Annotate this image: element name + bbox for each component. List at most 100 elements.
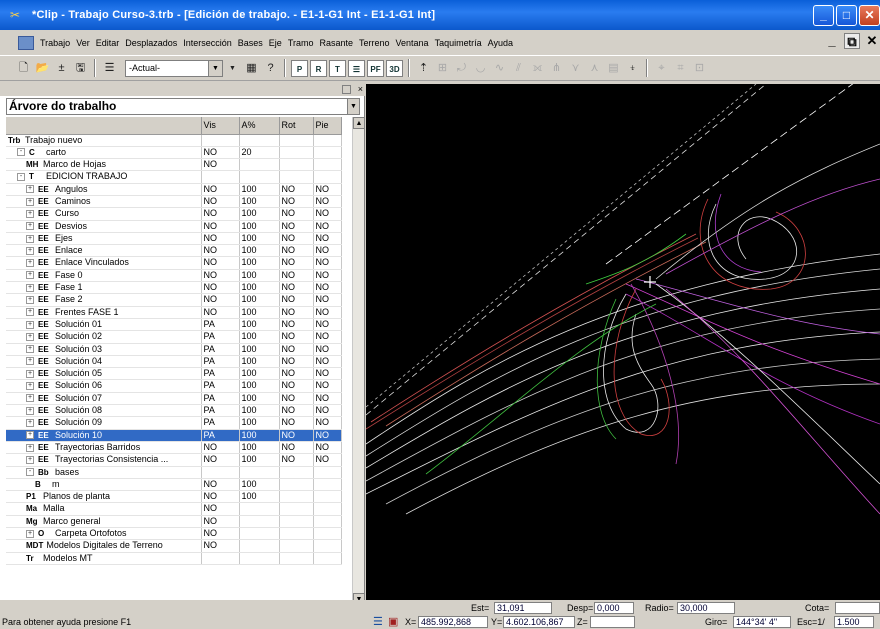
rot-cell[interactable]: NO <box>279 244 314 258</box>
vis-cell[interactable]: NO <box>201 281 240 295</box>
a-cell[interactable] <box>239 158 280 172</box>
grid-tool-icon[interactable]: ▤ <box>605 60 622 77</box>
offset-tool-icon[interactable]: ⫽ <box>510 60 527 77</box>
pie-cell[interactable] <box>313 146 342 160</box>
branch-tool-icon[interactable]: ⋔ <box>548 60 565 77</box>
maximize-button[interactable]: □ <box>836 5 857 26</box>
rot-cell[interactable]: NO <box>279 306 314 319</box>
tree-row[interactable]: + EE Solución 04 PA 100 NO NO <box>6 355 342 369</box>
expand-icon[interactable]: + <box>26 209 34 218</box>
rot-cell[interactable] <box>279 478 314 492</box>
vis-cell[interactable]: NO <box>201 256 240 270</box>
layer-properties-icon[interactable]: ▦ <box>243 60 260 77</box>
pie-cell[interactable] <box>313 158 342 172</box>
vis-cell[interactable]: NO <box>201 306 240 319</box>
panel-close-icon[interactable]: × <box>358 84 363 94</box>
expand-icon[interactable]: + <box>26 320 34 329</box>
a-cell[interactable] <box>239 515 280 529</box>
rot-cell[interactable]: NO <box>279 355 314 369</box>
a-cell[interactable] <box>239 527 280 541</box>
a-cell[interactable]: 100 <box>239 441 280 455</box>
pie-cell[interactable] <box>313 552 342 565</box>
tree-row[interactable]: + EE Trayectorias Barridos NO 100 NO NO <box>6 441 342 455</box>
rot-cell[interactable] <box>279 170 314 184</box>
pie-cell[interactable] <box>313 134 342 147</box>
pie-cell[interactable] <box>313 539 342 553</box>
vis-cell[interactable]: NO <box>201 244 240 258</box>
vis-cell[interactable] <box>201 134 240 147</box>
vis-cell[interactable]: PA <box>201 404 240 418</box>
rot-cell[interactable] <box>279 146 314 160</box>
tree-row[interactable]: P1 Planos de planta NO 100 <box>6 490 342 504</box>
rot-cell[interactable] <box>279 158 314 172</box>
pie-cell[interactable]: NO <box>313 355 342 369</box>
a-cell[interactable]: 100 <box>239 330 280 344</box>
a-cell[interactable]: 100 <box>239 379 280 393</box>
tree-row[interactable]: + EE Solución 05 PA 100 NO NO <box>6 367 342 381</box>
a-cell[interactable]: 100 <box>239 269 280 283</box>
expand-icon[interactable]: + <box>26 394 34 403</box>
coordinates-icon[interactable]: ▣ <box>388 615 398 628</box>
menu-editar[interactable]: Editar <box>93 38 123 48</box>
expand-icon[interactable]: + <box>26 222 34 231</box>
vis-cell[interactable]: NO <box>201 293 240 307</box>
pie-cell[interactable] <box>313 466 342 479</box>
a-cell[interactable] <box>239 134 280 147</box>
a-cell[interactable]: 100 <box>239 429 280 442</box>
tree-row[interactable]: + EE Solución 07 PA 100 NO NO <box>6 392 342 406</box>
a-cell[interactable]: 100 <box>239 392 280 406</box>
document-icon[interactable] <box>18 35 34 50</box>
rot-cell[interactable]: NO <box>279 195 314 209</box>
expand-icon[interactable]: + <box>26 283 34 292</box>
a-cell[interactable]: 100 <box>239 490 280 504</box>
tree-row[interactable]: - T EDICION TRABAJO <box>6 170 342 184</box>
vis-cell[interactable]: NO <box>201 158 240 172</box>
expand-icon[interactable]: + <box>26 357 34 366</box>
expand-icon[interactable]: + <box>26 443 34 452</box>
rot-cell[interactable]: NO <box>279 256 314 270</box>
rot-cell[interactable]: NO <box>279 293 314 307</box>
scroll-up-icon[interactable]: ▲ <box>353 117 365 129</box>
rot-cell[interactable]: NO <box>279 232 314 246</box>
expand-icon[interactable]: + <box>26 369 34 378</box>
vis-cell[interactable]: NO <box>201 490 240 504</box>
rot-cell[interactable] <box>279 490 314 504</box>
tree-row[interactable]: + EE Fase 0 NO 100 NO NO <box>6 269 342 283</box>
view-pf-button[interactable]: PF <box>367 59 384 77</box>
rot-cell[interactable] <box>279 515 314 529</box>
menu-trabajo[interactable]: Trabajo <box>37 38 73 48</box>
vis-cell[interactable]: NO <box>201 453 240 467</box>
a-cell[interactable] <box>239 539 280 553</box>
vis-cell[interactable]: NO <box>201 515 240 529</box>
tree-row[interactable]: + EE Solución 01 PA 100 NO NO <box>6 318 342 332</box>
column-header-pie[interactable]: Pie <box>313 117 342 135</box>
a-cell[interactable]: 20 <box>239 146 280 160</box>
expand-icon[interactable]: + <box>26 234 34 243</box>
rot-cell[interactable] <box>279 134 314 147</box>
rot-cell[interactable]: NO <box>279 183 314 196</box>
tree-row[interactable]: + EE Caminos NO 100 NO NO <box>6 195 342 209</box>
a-cell[interactable] <box>239 552 280 565</box>
expand-icon[interactable]: + <box>26 295 34 304</box>
vertical-scrollbar[interactable]: ▲ ▼ <box>352 117 365 605</box>
expand-icon[interactable]: + <box>26 406 34 415</box>
column-header-name[interactable] <box>6 117 202 135</box>
a-cell[interactable]: 100 <box>239 367 280 381</box>
vis-cell[interactable]: PA <box>201 355 240 369</box>
tree-row[interactable]: - Bb bases <box>6 466 342 479</box>
vis-cell[interactable] <box>201 170 240 184</box>
tree-row[interactable]: MDT Modelos Digitales de Terreno NO <box>6 539 342 553</box>
pie-cell[interactable]: NO <box>313 392 342 406</box>
a-cell[interactable]: 100 <box>239 220 280 233</box>
rot-cell[interactable] <box>279 466 314 479</box>
merge-tool-icon[interactable]: ⋏ <box>586 60 603 77</box>
pie-cell[interactable] <box>313 515 342 529</box>
tree-row[interactable]: + EE Desvios NO 100 NO NO <box>6 220 342 233</box>
split-tool-icon[interactable]: ⋎ <box>567 60 584 77</box>
rot-cell[interactable]: NO <box>279 207 314 221</box>
layer-dropdown-arrow-icon[interactable]: ▼ <box>224 60 241 77</box>
pie-cell[interactable]: NO <box>313 367 342 381</box>
expand-icon[interactable]: + <box>26 431 34 440</box>
layer-select[interactable]: -Actual- ▼ <box>125 59 223 77</box>
pie-cell[interactable]: NO <box>313 232 342 246</box>
